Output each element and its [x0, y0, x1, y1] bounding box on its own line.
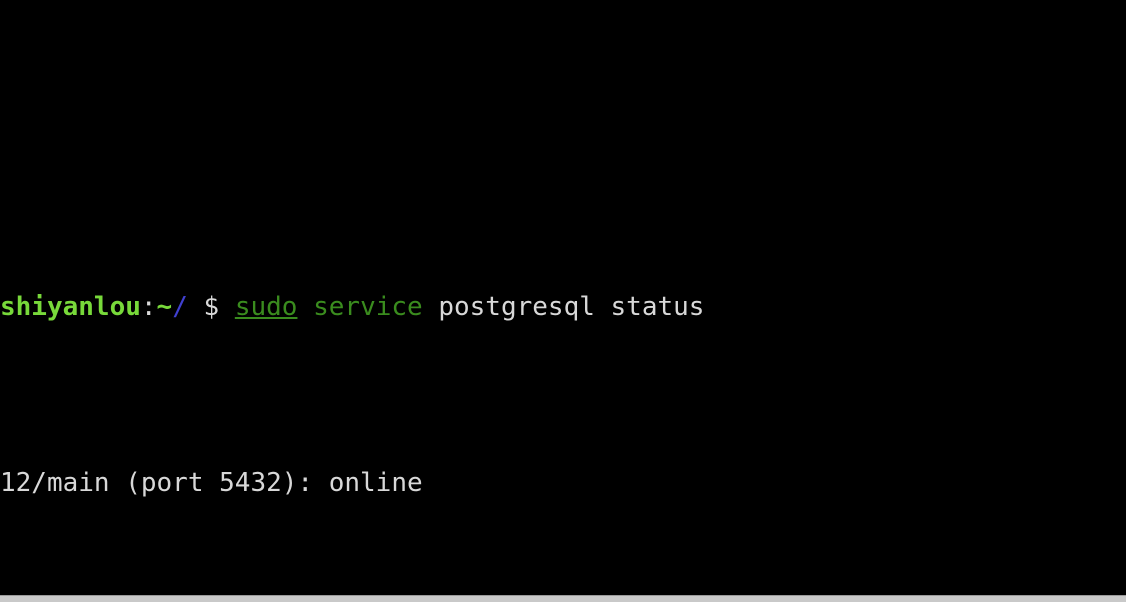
- terminal-line-clipped: [0, 113, 1126, 148]
- terminal-window[interactable]: shiyanlou:~/ $ sudo service postgresql s…: [0, 0, 1126, 602]
- prompt-slash: /: [172, 291, 188, 322]
- prompt-dollar: $: [203, 291, 220, 322]
- prompt-tilde: ~: [156, 291, 173, 322]
- command-space-2: [423, 292, 439, 322]
- prompt-space-2: [219, 292, 235, 322]
- terminal-line-command-1: shiyanlou:~/ $ sudo service postgresql s…: [0, 290, 1126, 325]
- command-service: service: [313, 291, 423, 322]
- terminal-scrollbar[interactable]: [0, 595, 1126, 602]
- output-service-status: 12/main (port 5432): online: [0, 468, 423, 499]
- terminal-screen[interactable]: shiyanlou:~/ $ sudo service postgresql s…: [0, 0, 1126, 602]
- terminal-line-output-status: 12/main (port 5432): online: [0, 466, 1126, 501]
- prompt-space-1: [188, 292, 204, 322]
- command-sudo-1: sudo: [234, 291, 298, 322]
- prompt-user: shiyanlou: [0, 291, 141, 322]
- prompt-colon: :: [140, 291, 157, 322]
- command-space-1: [297, 292, 313, 322]
- command-args-1: postgresql status: [438, 291, 705, 322]
